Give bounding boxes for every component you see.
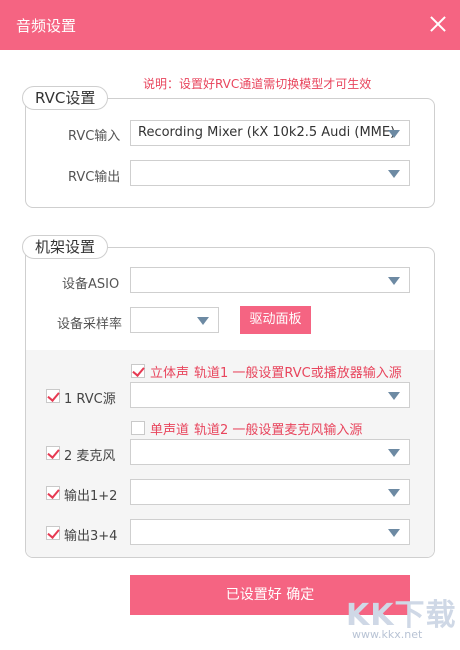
channel-2-checkbox[interactable] <box>46 446 60 460</box>
mono-checkbox[interactable] <box>131 421 145 435</box>
mono-description: 轨道2 一般设置麦克风输入源 <box>194 423 363 438</box>
stereo-label: 立体声 <box>150 366 190 381</box>
title-bar: 音频设置 <box>0 0 460 50</box>
window-title: 音频设置 <box>16 17 77 35</box>
output-12-select[interactable] <box>130 479 410 505</box>
channel-2-label: 2 麦克风 <box>64 449 116 464</box>
chevron-down-icon <box>388 449 400 457</box>
mono-label: 单声道 <box>150 423 190 438</box>
rvc-input-select[interactable]: Recording Mixer (kX 10k2.5 Audi (MME) <box>130 120 410 146</box>
rack-settings-title: 机架设置 <box>22 235 109 259</box>
output-34-checkbox[interactable] <box>46 526 60 540</box>
rvc-output-label: RVC输出 <box>68 170 121 185</box>
channel-2-select[interactable] <box>130 439 410 465</box>
sample-rate-label: 设备采样率 <box>57 317 123 332</box>
chevron-down-icon <box>197 317 209 325</box>
chevron-down-icon <box>388 392 400 400</box>
instruction-note: 说明：设置好RVC通道需切换模型才可生效 <box>143 77 372 91</box>
channel-1-select[interactable] <box>130 382 410 408</box>
output-12-checkbox[interactable] <box>46 486 60 500</box>
chevron-down-icon <box>388 277 400 285</box>
sample-rate-select[interactable] <box>130 307 219 333</box>
rvc-settings-group <box>25 98 435 208</box>
rvc-output-select[interactable] <box>130 160 410 186</box>
output-34-label: 输出3+4 <box>64 529 118 544</box>
chevron-down-icon <box>388 529 400 537</box>
driver-panel-button[interactable]: 驱动面板 <box>240 306 311 334</box>
output-34-select[interactable] <box>130 519 410 545</box>
rvc-input-value: Recording Mixer (kX 10k2.5 Audi (MME) <box>138 125 396 140</box>
chevron-down-icon <box>388 130 400 138</box>
stereo-checkbox[interactable] <box>131 364 145 378</box>
chevron-down-icon <box>388 489 400 497</box>
channel-1-checkbox[interactable] <box>46 389 60 403</box>
stereo-description: 轨道1 一般设置RVC或播放器输入源 <box>194 366 402 381</box>
device-asio-select[interactable] <box>130 267 410 293</box>
close-icon[interactable] <box>426 12 450 36</box>
chevron-down-icon <box>388 170 400 178</box>
watermark-url: www.kkx.net <box>352 628 423 641</box>
output-12-label: 输出1+2 <box>64 489 118 504</box>
channel-1-label: 1 RVC源 <box>64 392 116 407</box>
device-asio-label: 设备ASIO <box>62 277 120 292</box>
rvc-input-label: RVC输入 <box>68 129 121 144</box>
watermark: KK下载 www.kkx.net <box>338 590 458 648</box>
rvc-settings-title: RVC设置 <box>22 86 109 110</box>
